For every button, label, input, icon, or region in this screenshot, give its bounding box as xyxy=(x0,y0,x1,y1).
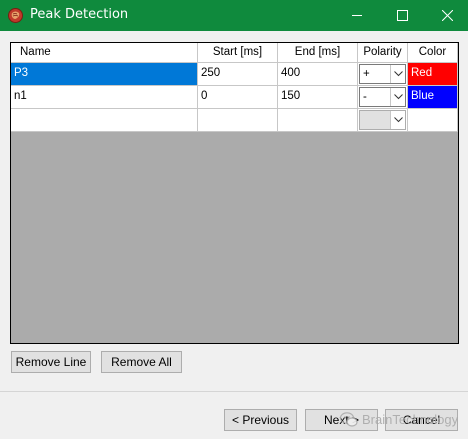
color-swatch-cell[interactable] xyxy=(408,109,458,132)
polarity-dropdown[interactable] xyxy=(359,110,406,130)
column-header-name[interactable]: Name xyxy=(11,43,198,63)
peak-table: Name Start [ms] End [ms] Polarity Color … xyxy=(10,42,459,344)
table-header: Name Start [ms] End [ms] Polarity Color xyxy=(11,43,458,63)
cell-polarity: + xyxy=(358,63,408,86)
next-button[interactable]: Next > xyxy=(305,409,378,431)
chevron-down-icon[interactable] xyxy=(390,65,405,83)
maximize-icon xyxy=(396,10,408,21)
remove-line-button[interactable]: Remove Line xyxy=(11,351,91,373)
table-row[interactable]: P3 250 400 + Red xyxy=(11,63,458,86)
polarity-dropdown[interactable]: - xyxy=(359,87,406,107)
cell-end[interactable] xyxy=(278,109,358,132)
table-row-new[interactable] xyxy=(11,109,458,132)
close-icon xyxy=(441,10,453,21)
cell-start[interactable]: 250 xyxy=(198,63,278,86)
brain-app-icon xyxy=(8,8,23,23)
cell-start[interactable]: 0 xyxy=(198,86,278,109)
cancel-button[interactable]: Cancel xyxy=(385,409,458,431)
cell-end[interactable]: 150 xyxy=(278,86,358,109)
table-row[interactable]: n1 0 150 - Blue xyxy=(11,86,458,109)
cell-start[interactable] xyxy=(198,109,278,132)
cell-polarity xyxy=(358,109,408,132)
footer-divider xyxy=(0,391,468,392)
minimize-icon xyxy=(351,15,362,16)
cell-polarity: - xyxy=(358,86,408,109)
window-title: Peak Detection xyxy=(30,7,129,22)
color-swatch-cell[interactable]: Red xyxy=(408,63,458,86)
polarity-dropdown[interactable]: + xyxy=(359,64,406,84)
polarity-value: + xyxy=(363,68,370,80)
cell-name[interactable] xyxy=(11,109,198,132)
column-header-start[interactable]: Start [ms] xyxy=(198,43,278,63)
polarity-value: - xyxy=(363,91,367,103)
remove-all-button[interactable]: Remove All xyxy=(101,351,182,373)
close-button[interactable] xyxy=(426,0,468,31)
maximize-button[interactable] xyxy=(381,0,423,31)
column-header-end[interactable]: End [ms] xyxy=(278,43,358,63)
column-header-color[interactable]: Color xyxy=(408,43,458,63)
cell-name[interactable]: P3 xyxy=(11,63,198,86)
title-bar: Peak Detection xyxy=(0,0,468,31)
minimize-button[interactable] xyxy=(336,0,378,31)
previous-button[interactable]: < Previous xyxy=(224,409,297,431)
color-swatch-cell[interactable]: Blue xyxy=(408,86,458,109)
chevron-down-icon[interactable] xyxy=(390,111,405,129)
chevron-down-icon[interactable] xyxy=(390,88,405,106)
cell-end[interactable]: 400 xyxy=(278,63,358,86)
column-header-polarity[interactable]: Polarity xyxy=(358,43,408,63)
cell-name[interactable]: n1 xyxy=(11,86,198,109)
